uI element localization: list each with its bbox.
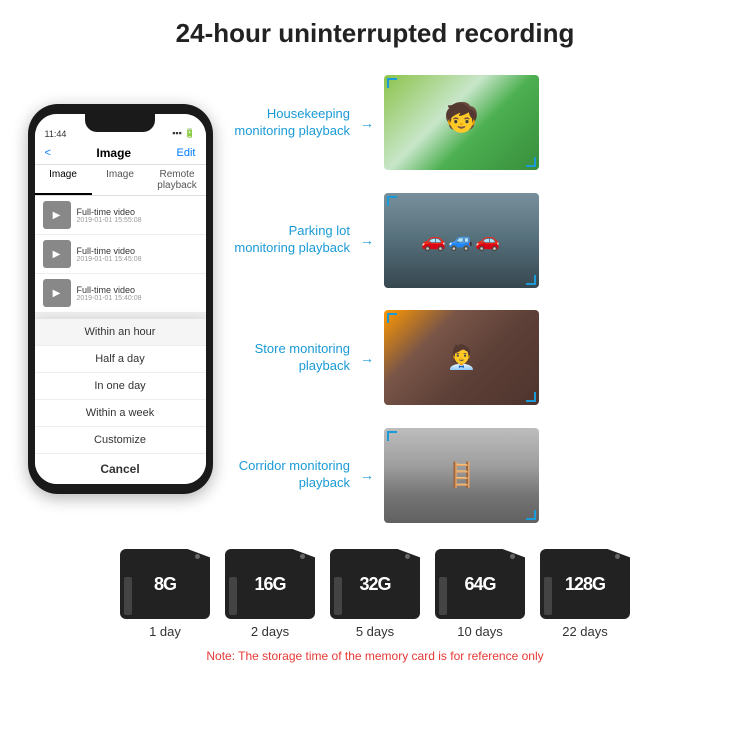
phone-video-item-3[interactable]: ▶ Full-time video 2019-01-01 15:40:08 bbox=[35, 274, 206, 313]
storage-card-128g: 128G 22 days bbox=[540, 549, 630, 639]
storage-note: Note: The storage time of the memory car… bbox=[206, 649, 543, 663]
scene-store-inner: 🧑‍💼 bbox=[384, 310, 539, 405]
phone-video-date-1: 2019-01-01 15:55:08 bbox=[77, 217, 198, 224]
scene-housekeeping: Housekeepingmonitoring playback → 🧒 bbox=[230, 75, 730, 170]
main-content: 11:44 ▪▪▪ 🔋 < Image Edit Image Image Rem… bbox=[0, 59, 750, 539]
phone-video-info-1: Full-time video 2019-01-01 15:55:08 bbox=[77, 207, 198, 224]
phone-dropdown: Within an hour Half a day In one day Wit… bbox=[35, 319, 206, 484]
sd-card-32g-dot bbox=[405, 554, 410, 559]
phone-video-title-3: Full-time video bbox=[77, 285, 198, 295]
scene-parking: Parking lotmonitoring playback → 🚗🚙🚗 bbox=[230, 193, 730, 288]
sd-card-32g: 32G bbox=[330, 549, 420, 619]
phone-video-thumb-3: ▶ bbox=[43, 279, 71, 307]
phone-video-info-2: Full-time video 2019-01-01 15:45:08 bbox=[77, 246, 198, 263]
phone-video-thumb-1: ▶ bbox=[43, 201, 71, 229]
storage-8g-days: 1 day bbox=[149, 624, 181, 639]
phone-video-title-2: Full-time video bbox=[77, 246, 198, 256]
sd-card-64g-label: 64G bbox=[464, 574, 495, 595]
phone-edit-button[interactable]: Edit bbox=[177, 147, 196, 159]
phone-signal: ▪▪▪ 🔋 bbox=[172, 128, 195, 139]
sd-card-64g-dot bbox=[510, 554, 515, 559]
phone-tab-image[interactable]: Image bbox=[35, 165, 92, 195]
sd-card-128g-label: 128G bbox=[565, 574, 605, 595]
phone-tab-remote[interactable]: Remote playback bbox=[149, 165, 206, 195]
phone-screen: 11:44 ▪▪▪ 🔋 < Image Edit Image Image Rem… bbox=[35, 114, 206, 484]
phone-video-list: ▶ Full-time video 2019-01-01 15:55:08 ▶ … bbox=[35, 196, 206, 313]
phone-body: 11:44 ▪▪▪ 🔋 < Image Edit Image Image Rem… bbox=[28, 104, 213, 494]
scene-parking-inner: 🚗🚙🚗 bbox=[384, 193, 539, 288]
scene-housekeeping-arrow: → bbox=[360, 115, 374, 131]
phone-time: 11:44 bbox=[45, 129, 67, 139]
sd-card-16g-label: 16G bbox=[254, 574, 285, 595]
page-title: 24-hour uninterrupted recording bbox=[10, 18, 740, 49]
scene-store: Store monitoringplayback → 🧑‍💼 bbox=[230, 310, 730, 405]
scene-corridor: Corridor monitoringplayback → 🪜 bbox=[230, 428, 730, 523]
page-header: 24-hour uninterrupted recording bbox=[0, 0, 750, 59]
dropdown-item-half-day[interactable]: Half a day bbox=[35, 346, 206, 373]
storage-cards: 8G 1 day 16G 2 days 32G 5 days 64G 10 da… bbox=[120, 549, 630, 639]
phone-video-title-1: Full-time video bbox=[77, 207, 198, 217]
scene-corridor-image: 🪜 bbox=[384, 428, 539, 523]
sd-card-8g: 8G bbox=[120, 549, 210, 619]
scenes-container: Housekeepingmonitoring playback → 🧒 Park… bbox=[230, 59, 730, 539]
scene-parking-arrow: → bbox=[360, 232, 374, 248]
storage-card-64g: 64G 10 days bbox=[435, 549, 525, 639]
dropdown-item-one-day[interactable]: In one day bbox=[35, 373, 206, 400]
scene-housekeeping-inner: 🧒 bbox=[384, 75, 539, 170]
sd-card-16g-dot bbox=[300, 554, 305, 559]
phone-notch bbox=[85, 114, 155, 132]
scene-corridor-arrow: → bbox=[360, 467, 374, 483]
phone-nav-bar: < Image Edit bbox=[35, 142, 206, 165]
sd-card-32g-label: 32G bbox=[359, 574, 390, 595]
phone-video-info-3: Full-time video 2019-01-01 15:40:08 bbox=[77, 285, 198, 302]
scene-housekeeping-label: Housekeepingmonitoring playback bbox=[230, 106, 350, 140]
storage-32g-days: 5 days bbox=[356, 624, 394, 639]
storage-16g-days: 2 days bbox=[251, 624, 289, 639]
storage-card-16g: 16G 2 days bbox=[225, 549, 315, 639]
phone-video-item-1[interactable]: ▶ Full-time video 2019-01-01 15:55:08 bbox=[35, 196, 206, 235]
scene-corridor-label: Corridor monitoringplayback bbox=[230, 458, 350, 492]
sd-card-16g: 16G bbox=[225, 549, 315, 619]
scene-store-label: Store monitoringplayback bbox=[230, 341, 350, 375]
phone-screen-title: Image bbox=[96, 146, 131, 160]
scene-store-arrow: → bbox=[360, 350, 374, 366]
corridor-figure: 🪜 bbox=[447, 461, 477, 490]
storage-64g-days: 10 days bbox=[457, 624, 503, 639]
phone-back-button[interactable]: < bbox=[45, 147, 51, 159]
parking-figure: 🚗🚙🚗 bbox=[421, 228, 502, 253]
storage-section: 8G 1 day 16G 2 days 32G 5 days 64G 10 da… bbox=[0, 539, 750, 668]
storage-card-32g: 32G 5 days bbox=[330, 549, 420, 639]
sd-card-8g-label: 8G bbox=[154, 574, 176, 595]
housekeeping-figure: 🧒 bbox=[444, 101, 479, 134]
phone-video-thumb-2: ▶ bbox=[43, 240, 71, 268]
phone-video-date-3: 2019-01-01 15:40:08 bbox=[77, 295, 198, 302]
sd-card-8g-dot bbox=[195, 554, 200, 559]
sd-card-128g-dot bbox=[615, 554, 620, 559]
phone-mockup: 11:44 ▪▪▪ 🔋 < Image Edit Image Image Rem… bbox=[20, 59, 220, 539]
scene-store-image: 🧑‍💼 bbox=[384, 310, 539, 405]
sd-card-64g: 64G bbox=[435, 549, 525, 619]
phone-video-item-2[interactable]: ▶ Full-time video 2019-01-01 15:45:08 bbox=[35, 235, 206, 274]
sd-card-128g: 128G bbox=[540, 549, 630, 619]
dropdown-cancel-button[interactable]: Cancel bbox=[35, 454, 206, 484]
store-figure: 🧑‍💼 bbox=[447, 343, 477, 372]
storage-card-8g: 8G 1 day bbox=[120, 549, 210, 639]
dropdown-item-within-hour[interactable]: Within an hour bbox=[35, 319, 206, 346]
phone-tabs: Image Image Remote playback bbox=[35, 165, 206, 196]
dropdown-item-customize[interactable]: Customize bbox=[35, 427, 206, 454]
dropdown-item-week[interactable]: Within a week bbox=[35, 400, 206, 427]
scene-parking-image: 🚗🚙🚗 bbox=[384, 193, 539, 288]
storage-128g-days: 22 days bbox=[562, 624, 608, 639]
scene-housekeeping-image: 🧒 bbox=[384, 75, 539, 170]
phone-video-date-2: 2019-01-01 15:45:08 bbox=[77, 256, 198, 263]
phone-tab-image2[interactable]: Image bbox=[92, 165, 149, 195]
scene-parking-label: Parking lotmonitoring playback bbox=[230, 223, 350, 257]
scene-corridor-inner: 🪜 bbox=[384, 428, 539, 523]
